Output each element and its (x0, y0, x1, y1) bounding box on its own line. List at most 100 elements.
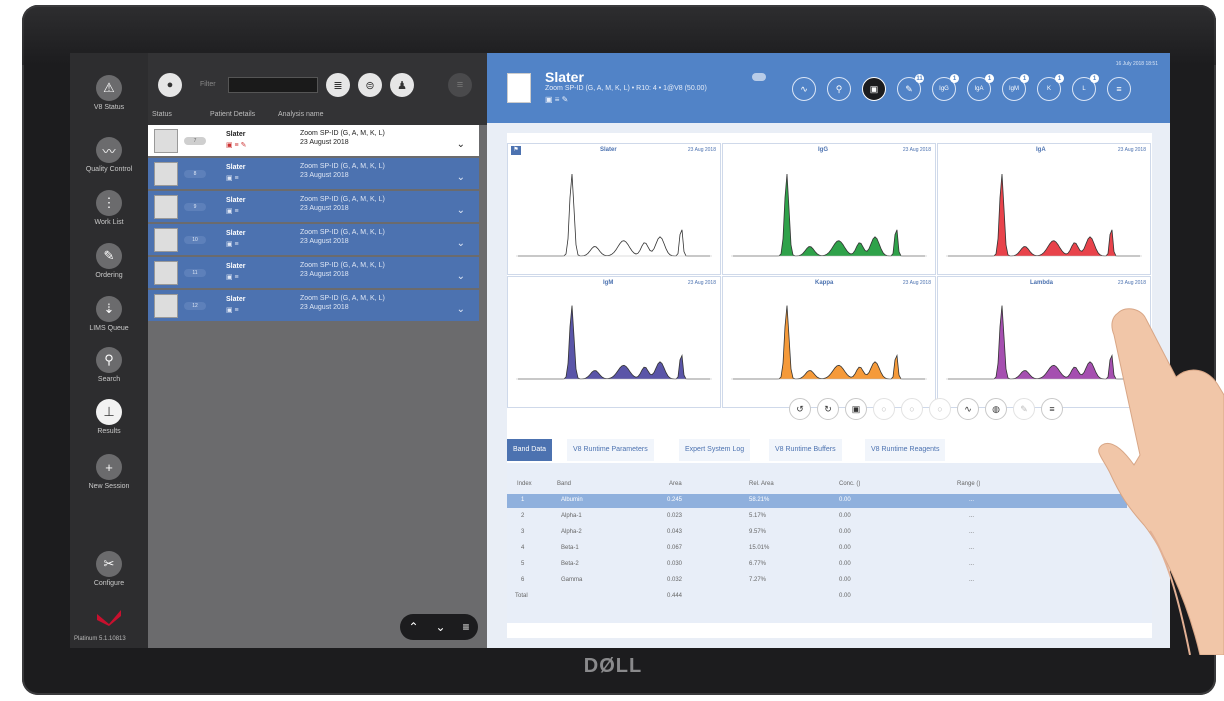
cell-band: Albumin (561, 497, 583, 503)
tab-band-data[interactable]: Band Data (507, 439, 553, 461)
results-panel: Slater Zoom SP-ID (G, A, M, K, L) • R10:… (487, 53, 1170, 648)
igm-button[interactable]: IgM 1 (1002, 74, 1029, 101)
table-row[interactable]: 4 Beta-1 0.067 15.01% 0.00 ... (507, 542, 1127, 556)
tool-button[interactable]: ○ (873, 398, 895, 420)
tool-button[interactable]: ○ (901, 398, 923, 420)
nav-work-list[interactable]: ⋮ Work List (70, 190, 148, 226)
page-up-button[interactable]: ⌃ (408, 620, 418, 634)
electrophoresis-curve (946, 173, 1142, 257)
chart-slater[interactable]: ⚑ Slater 23 Aug 2018 (507, 143, 721, 275)
chart-date: 23 Aug 2018 (687, 147, 716, 153)
analysis-name: Zoom SP-ID (G, A, M, K, L) (300, 163, 385, 170)
worklist-row[interactable]: 11 Slater ▣ ≡ Zoom SP-ID (G, A, M, K, L)… (148, 257, 479, 290)
tab-runtime-buffers[interactable]: V8 Runtime Buffers (769, 439, 842, 461)
nav-quality-control[interactable]: 〰 Quality Control (70, 137, 148, 173)
chart-title: IgM (603, 280, 614, 286)
tab-expert-system-log[interactable]: Expert System Log (679, 439, 751, 461)
chevron-down-icon[interactable]: ⌄ (457, 238, 465, 249)
tab-runtime-parameters[interactable]: V8 Runtime Parameters (567, 439, 654, 461)
cell-range: ... (969, 545, 975, 551)
menu-icon: ≡ (456, 79, 464, 91)
filter-input[interactable] (228, 77, 318, 93)
nav-v8-status[interactable]: ⚠ V8 Status (70, 75, 148, 111)
chart-title: Slater (600, 147, 617, 153)
overlay-button[interactable]: ◍ (985, 398, 1007, 420)
worklist-row[interactable]: 8 Slater ▣ ≡ Zoom SP-ID (G, A, M, K, L) 2… (148, 158, 479, 191)
filter-view-button[interactable]: ⊜ (358, 73, 382, 97)
attachment-icons: ▣ ≡ (226, 307, 239, 314)
nav-results[interactable]: ⊥ Results (70, 399, 148, 435)
status-pill: 10 (184, 236, 206, 244)
status-filter-button[interactable]: ● (158, 73, 182, 97)
chevron-down-icon[interactable]: ⌄ (457, 304, 465, 315)
nav-ordering[interactable]: ✎ Ordering (70, 243, 148, 279)
overlay-icon: ◍ (992, 403, 1000, 414)
table-row[interactable]: 3 Alpha-2 0.043 9.57% 0.00 ... (507, 526, 1127, 540)
page-down-button[interactable]: ⌄ (435, 620, 445, 634)
chart-iga[interactable]: IgA 23 Aug 2018 (937, 143, 1151, 275)
sample-thumbnail (154, 162, 178, 186)
analysis-info: Zoom SP-ID (G, A, M, K, L) 23 August 2018 (300, 261, 385, 279)
iga-button[interactable]: IgA 1 (967, 74, 994, 101)
count-badge: 1 (1090, 74, 1099, 83)
worklist-row[interactable]: 12 Slater ▣ ≡ Zoom SP-ID (G, A, M, K, L)… (148, 290, 479, 323)
nav-label: Configure (93, 580, 125, 587)
total-conc: 0.00 (839, 593, 851, 599)
band-table: Index Band Area Rel. Area Conc. () Range… (507, 463, 1152, 623)
save-button[interactable]: ▣ (845, 398, 867, 420)
header-menu-button[interactable]: ≡ (1107, 77, 1131, 101)
chevron-down-icon[interactable]: ⌄ (457, 172, 465, 183)
kappa-button[interactable]: K1 (1037, 74, 1064, 101)
zoom-button[interactable]: ⚲ (827, 77, 851, 101)
chevron-down-icon[interactable]: ⌄ (457, 205, 465, 216)
nav-search[interactable]: ⚲ Search (70, 347, 148, 383)
table-row[interactable]: 6 Gamma 0.032 7.27% 0.00 ... (507, 574, 1127, 588)
table-row[interactable]: 1 Albumin 0.245 58.21% 0.00 ... (507, 494, 1127, 508)
table-row[interactable]: 5 Beta-2 0.030 6.77% 0.00 ... (507, 558, 1127, 572)
status-toggle[interactable] (752, 73, 766, 81)
pen-icon: ✎ (96, 243, 122, 269)
attach-button[interactable]: ✎ 11 (897, 74, 924, 101)
chevron-down-icon[interactable]: ⌄ (457, 271, 465, 282)
lambda-button[interactable]: L1 (1072, 74, 1099, 101)
flag-button[interactable]: ▣ (862, 77, 886, 101)
cell-band: Alpha-1 (561, 513, 582, 519)
list-menu-button[interactable]: ≡ (463, 620, 470, 634)
nav-lims-queue[interactable]: ⇣ LIMS Queue (70, 296, 148, 332)
worklist-row[interactable]: 9 Slater ▣ ≡ Zoom SP-ID (G, A, M, K, L) 2… (148, 191, 479, 224)
igg-button[interactable]: IgG 1 (932, 74, 959, 101)
nav-new-session[interactable]: + New Session (70, 454, 148, 490)
chart-igm[interactable]: IgM 23 Aug 2018 (507, 276, 721, 408)
list-pager: ⌃ ⌄ ≡ (400, 614, 478, 640)
nav-configure[interactable]: ✂ Configure (70, 551, 148, 587)
patient-subtitle: Zoom SP-ID (G, A, M, K, L) • R10: 4 • 1@… (545, 85, 707, 92)
pen-icon: ✎ (1020, 403, 1028, 414)
attachment-icons: ▣ ≡ (226, 274, 239, 281)
analysis-info: Zoom SP-ID (G, A, M, K, L) 23 August 2018 (300, 195, 385, 213)
tool-button[interactable]: ○ (929, 398, 951, 420)
redo-button[interactable]: ↻ (817, 398, 839, 420)
electrophoresis-curve (516, 305, 712, 380)
worklist-row[interactable]: 7 Slater ▣ ≡ ✎ Zoom SP-ID (G, A, M, K, L… (148, 125, 479, 158)
waveform-button[interactable]: ∿ (957, 398, 979, 420)
gel-button[interactable]: ∿ (792, 77, 816, 101)
cell-band: Beta-2 (561, 561, 579, 567)
chart-kappa[interactable]: Kappa 23 Aug 2018 (722, 276, 936, 408)
more-button[interactable]: ≡ (1041, 398, 1063, 420)
sample-thumbnail (154, 195, 178, 219)
table-row[interactable]: 2 Alpha-1 0.023 5.17% 0.00 ... (507, 510, 1127, 524)
app-logo (97, 610, 121, 626)
worklist-row[interactable]: 10 Slater ▣ ≡ Zoom SP-ID (G, A, M, K, L)… (148, 224, 479, 257)
analysis-info: Zoom SP-ID (G, A, M, K, L) 23 August 2018 (300, 228, 385, 246)
chart-igg[interactable]: IgG 23 Aug 2018 (722, 143, 936, 275)
tab-runtime-reagents[interactable]: V8 Runtime Reagents (865, 439, 946, 461)
chevron-down-icon[interactable]: ⌄ (457, 139, 465, 150)
user-button[interactable]: ♟ (390, 73, 414, 97)
cell-index: 6 (521, 577, 525, 583)
undo-button[interactable]: ↺ (789, 398, 811, 420)
header-area: Area (669, 481, 682, 487)
edit-button[interactable]: ✎ (1013, 398, 1035, 420)
list-view-button[interactable]: ≣ (326, 73, 350, 97)
analysis-info: Zoom SP-ID (G, A, M, K, L) 23 August 2018 (300, 162, 385, 180)
more-button[interactable]: ≡ (448, 73, 472, 97)
